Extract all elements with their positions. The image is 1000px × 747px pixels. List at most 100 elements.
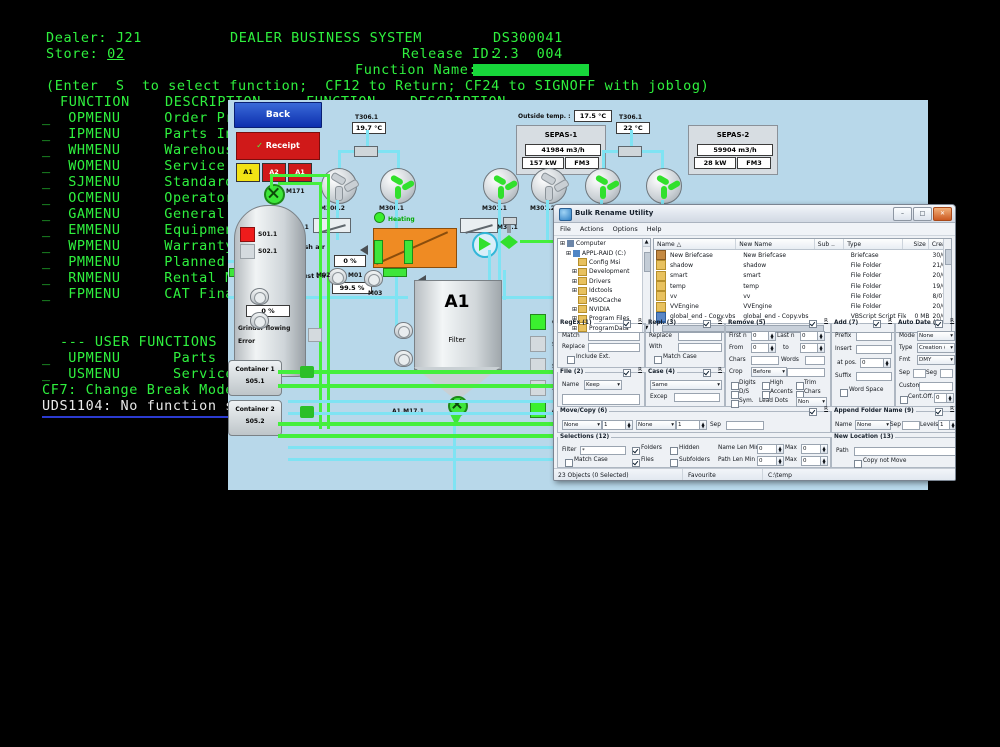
spinner-arrows-icon[interactable]: ▲▼ — [625, 421, 632, 429]
remove-words-input[interactable] — [805, 356, 825, 365]
fan-icon[interactable] — [531, 168, 567, 204]
select-marker[interactable]: _ — [42, 222, 51, 238]
table-row[interactable]: VVEngineVVEngineFile Folder20/02 — [654, 301, 951, 311]
movecopy-value-1[interactable]: 1▲▼ — [602, 420, 633, 430]
panel-file[interactable]: File (2) R Name Keep▾ — [557, 369, 645, 407]
close-button[interactable]: ✕ — [933, 207, 952, 221]
movecopy-select-2[interactable]: None▾ — [636, 420, 676, 430]
select-marker[interactable]: _ — [42, 158, 51, 174]
folder-tree[interactable]: ⊞Computer ⊞APPL-RAID (C:) Config Msi ⊞De… — [557, 238, 651, 333]
heat-exchanger[interactable] — [373, 228, 457, 268]
blower-icon-m03[interactable] — [250, 288, 269, 305]
case-reset-link[interactable]: R — [718, 367, 722, 373]
selections-name-max-input[interactable]: 0▲▼ — [801, 444, 828, 454]
panel-new-location[interactable]: New Location (13) R Path ... Copy not Mo… — [831, 434, 956, 468]
autodate-cent-checkbox[interactable] — [900, 396, 908, 404]
dealer-value[interactable]: J21 — [116, 30, 142, 46]
alarm-button-a1[interactable]: A1 — [236, 163, 260, 182]
remove-to-input[interactable]: 0▲▼ — [800, 343, 825, 353]
tree-scrollbar[interactable]: ▲ ▼ — [642, 239, 650, 332]
regex-replace-input[interactable] — [588, 343, 640, 352]
blower-icon[interactable] — [394, 350, 413, 367]
movecopy-reset-link[interactable]: R — [824, 406, 828, 412]
autodate-mode-select[interactable]: None▾ — [917, 331, 955, 341]
select-marker[interactable]: _ — [42, 366, 51, 382]
repl-reset-link[interactable]: R — [718, 318, 722, 324]
spinner-arrows-icon[interactable]: ▲▼ — [883, 359, 890, 367]
select-marker[interactable]: _ — [42, 254, 51, 270]
spinner-arrows-icon[interactable]: ▲▼ — [768, 344, 775, 352]
file-list[interactable]: Name △ New Name Sub .. Type Size Creat N… — [653, 238, 952, 333]
maximize-button[interactable]: □ — [913, 207, 932, 221]
damper-icon[interactable] — [618, 146, 642, 157]
add-insert-input[interactable] — [856, 345, 892, 354]
menu-options[interactable]: Options — [613, 225, 638, 233]
spinner-arrows-icon[interactable]: ▲▼ — [776, 457, 783, 465]
spinner-arrows-icon[interactable]: ▲▼ — [820, 445, 827, 453]
case-mode-select[interactable]: Same▾ — [650, 380, 722, 390]
remove-enable-checkbox[interactable] — [809, 320, 817, 328]
select-marker[interactable]: _ — [42, 142, 51, 158]
selections-hidden-checkbox[interactable] — [670, 447, 678, 455]
newlocation-path-input[interactable] — [854, 447, 956, 456]
menu-bar[interactable]: File Actions Options Help — [554, 223, 955, 236]
panel-auto-date[interactable]: Auto Date (8) R Mode None▾ Type Creation… — [895, 320, 956, 407]
minimize-button[interactable]: – — [893, 207, 912, 221]
damper-green[interactable] — [383, 268, 407, 277]
blower-icon[interactable] — [394, 322, 413, 339]
selections-files-checkbox[interactable] — [632, 459, 640, 467]
spinner-arrows-icon[interactable]: ▲▼ — [768, 332, 775, 340]
remove-high-checkbox[interactable] — [762, 382, 770, 390]
remove-last-n-input[interactable]: 0▲▼ — [800, 331, 825, 341]
select-marker[interactable]: _ — [42, 350, 51, 366]
expander-icon[interactable]: ⊞ — [566, 250, 571, 257]
remove-crop-input[interactable] — [787, 368, 825, 377]
regex-include-ext-checkbox[interactable] — [567, 356, 575, 364]
sepas-1-panel[interactable]: SEPAS-1 41984 m3/h 157 kW FM3 — [516, 125, 606, 175]
autodate-type-select[interactable]: Creation (Cur▾ — [917, 343, 955, 353]
panel-case[interactable]: Case (4) R Same▾ Excep — [645, 369, 725, 407]
select-marker[interactable]: _ — [42, 286, 51, 302]
blower-icon[interactable] — [250, 312, 269, 329]
spinner-arrows-icon[interactable]: ▲▼ — [946, 394, 953, 402]
spinner-arrows-icon[interactable]: ▲▼ — [699, 421, 706, 429]
autodate-custom-input[interactable] — [919, 382, 953, 391]
repl-enable-checkbox[interactable] — [703, 320, 711, 328]
title-bar[interactable]: Bulk Rename Utility – □ ✕ — [554, 205, 955, 223]
column-new-name[interactable]: New Name — [736, 239, 815, 249]
repl-replace-input[interactable] — [678, 332, 722, 341]
select-marker[interactable]: _ — [42, 270, 51, 286]
select-marker[interactable]: _ — [42, 174, 51, 190]
add-enable-checkbox[interactable] — [873, 320, 881, 328]
appendfolder-name-select[interactable]: None▾ — [855, 420, 891, 430]
column-sub[interactable]: Sub .. — [815, 239, 844, 249]
panel-selections[interactable]: Selections (12) Filter * Match Case Fold… — [557, 434, 831, 468]
table-row[interactable]: vvvvFile Folder8/07/ — [654, 291, 951, 301]
autodate-seg-input[interactable] — [940, 369, 953, 378]
spinner-arrows-icon[interactable]: ▲▼ — [820, 457, 827, 465]
spinner-arrows-icon[interactable]: ▲▼ — [776, 445, 783, 453]
selections-folders-checkbox[interactable] — [632, 447, 640, 455]
select-marker[interactable]: _ — [42, 190, 51, 206]
menu-file[interactable]: File — [560, 225, 571, 233]
expander-icon[interactable]: ⊞ — [560, 240, 565, 247]
container-2[interactable]: Container 2 S05.2 — [228, 400, 282, 436]
repl-with-input[interactable] — [678, 343, 722, 352]
table-row[interactable]: shadowshadowFile Folder21/02 — [654, 260, 951, 270]
regex-match-input[interactable] — [588, 332, 640, 341]
tree-item[interactable]: ⊞Drivers — [558, 277, 650, 286]
column-name[interactable]: Name △ — [654, 239, 736, 249]
tree-item[interactable]: ⊞Idctools — [558, 286, 650, 295]
scroll-thumb[interactable] — [945, 249, 952, 265]
damper-green[interactable] — [404, 240, 413, 264]
add-suffix-input[interactable] — [856, 372, 892, 381]
regex-enable-checkbox[interactable] — [623, 320, 631, 328]
panel-remove[interactable]: Remove (5) R First n 0▲▼ Last n 0▲▼ From… — [725, 320, 831, 407]
selections-subfolders-checkbox[interactable] — [670, 459, 678, 467]
movecopy-value-2[interactable]: 1▲▼ — [676, 420, 707, 430]
menu-help[interactable]: Help — [647, 225, 662, 233]
file-value-input[interactable] — [562, 394, 640, 405]
fan-icon[interactable] — [483, 168, 519, 204]
spinner-arrows-icon[interactable]: ▲▼ — [949, 421, 956, 429]
file-reset-link[interactable]: R — [638, 367, 642, 373]
